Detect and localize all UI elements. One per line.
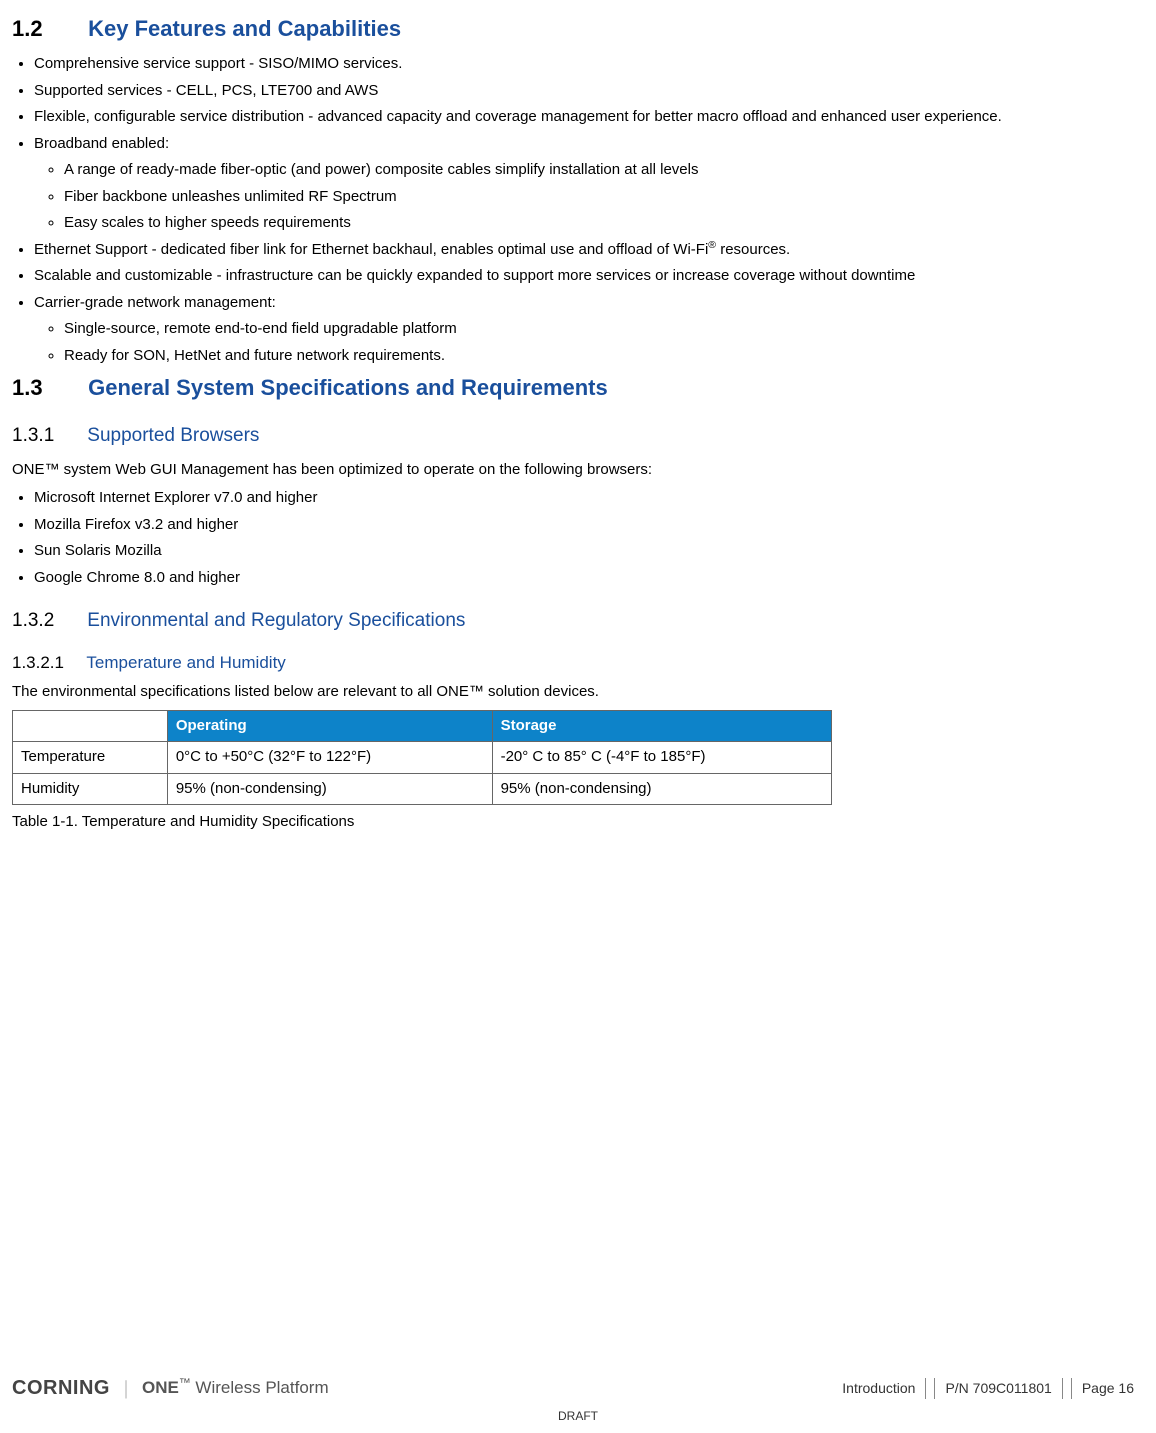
page-footer: CORNING | ONE™ Wireless Platform Introdu… [0, 1367, 1156, 1433]
one-wireless-platform-logo: ONE™ Wireless Platform [142, 1375, 329, 1401]
list-item: Flexible, configurable service distribut… [34, 106, 1144, 129]
heading-number: 1.3.1 [12, 422, 82, 451]
list-item: Microsoft Internet Explorer v7.0 and hig… [34, 487, 1144, 510]
table-cell: Temperature [13, 742, 168, 774]
heading-1.2: 1.2 Key Features and Capabilities [12, 12, 1144, 45]
heading-number: 1.3 [12, 371, 82, 404]
heading-1.3.2: 1.3.2 Environmental and Regulatory Speci… [12, 607, 1144, 636]
trademark-icon: ™ [179, 1376, 191, 1390]
text: Wireless Platform [191, 1378, 329, 1397]
list-item: Sun Solaris Mozilla [34, 540, 1144, 563]
temp-humidity-table: Operating Storage Temperature 0°C to +50… [12, 710, 832, 806]
heading-number: 1.2 [12, 12, 82, 45]
text: resources. [716, 241, 790, 258]
heading-title: General System Specifications and Requir… [88, 375, 608, 400]
table-header: Storage [492, 710, 831, 742]
list-item: Single-source, remote end-to-end field u… [64, 318, 1144, 341]
footer-meta: Introduction P/N 709C011801 Page 16 [832, 1378, 1144, 1399]
heading-title: Environmental and Regulatory Specificati… [87, 610, 465, 631]
corning-logo: CORNING [12, 1373, 110, 1403]
sub-list: A range of ready-made fiber-optic (and p… [34, 159, 1144, 235]
heading-number: 1.3.2 [12, 607, 82, 636]
divider-icon: | [124, 1373, 128, 1403]
list-item: Supported services - CELL, PCS, LTE700 a… [34, 80, 1144, 103]
list-item: Comprehensive service support - SISO/MIM… [34, 53, 1144, 76]
list-item: Google Chrome 8.0 and higher [34, 567, 1144, 590]
footer-part-number: P/N 709C011801 [934, 1378, 1062, 1399]
table-cell: 95% (non-condensing) [167, 773, 492, 805]
registered-mark: ® [708, 239, 716, 251]
list-item-label: Broadband enabled: [34, 135, 169, 152]
table-row: Temperature 0°C to +50°C (32°F to 122°F)… [13, 742, 832, 774]
text: ONE [142, 1378, 179, 1397]
table-caption: Table 1-1. Temperature and Humidity Spec… [12, 811, 1144, 834]
list-item: Easy scales to higher speeds requirement… [64, 212, 1144, 235]
table-header-blank [13, 710, 168, 742]
list-item: Carrier-grade network management: Single… [34, 292, 1144, 368]
list-item: Broadband enabled: A range of ready-made… [34, 133, 1144, 235]
footer-logo-area: CORNING | ONE™ Wireless Platform [12, 1373, 329, 1403]
list-item: Mozilla Firefox v3.2 and higher [34, 514, 1144, 537]
heading-number: 1.3.2.1 [12, 650, 82, 676]
sub-list: Single-source, remote end-to-end field u… [34, 318, 1144, 367]
table-row: Humidity 95% (non-condensing) 95% (non-c… [13, 773, 832, 805]
table-cell: 95% (non-condensing) [492, 773, 831, 805]
table-cell: -20° C to 85° C (-4°F to 185°F) [492, 742, 831, 774]
paragraph: The environmental specifications listed … [12, 681, 1144, 704]
list-item: Ready for SON, HetNet and future network… [64, 345, 1144, 368]
table-cell: 0°C to +50°C (32°F to 122°F) [167, 742, 492, 774]
list-item: Ethernet Support - dedicated fiber link … [34, 239, 1144, 262]
heading-title: Supported Browsers [87, 425, 259, 446]
list-item: Scalable and customizable - infrastructu… [34, 265, 1144, 288]
browser-list: Microsoft Internet Explorer v7.0 and hig… [12, 487, 1144, 589]
list-item: Fiber backbone unleashes unlimited RF Sp… [64, 186, 1144, 209]
footer-section: Introduction [832, 1378, 926, 1399]
table-header: Operating [167, 710, 492, 742]
draft-watermark: DRAFT [12, 1407, 1144, 1425]
heading-title: Temperature and Humidity [86, 653, 285, 672]
heading-1.3.1: 1.3.1 Supported Browsers [12, 422, 1144, 451]
footer-page-number: Page 16 [1071, 1378, 1144, 1399]
text: Ethernet Support - dedicated fiber link … [34, 241, 708, 258]
table-cell: Humidity [13, 773, 168, 805]
heading-1.3: 1.3 General System Specifications and Re… [12, 371, 1144, 404]
heading-title: Key Features and Capabilities [88, 16, 401, 41]
paragraph: ONE™ system Web GUI Management has been … [12, 459, 1144, 482]
heading-1.3.2.1: 1.3.2.1 Temperature and Humidity [12, 650, 1144, 676]
list-item-label: Carrier-grade network management: [34, 294, 276, 311]
feature-list: Comprehensive service support - SISO/MIM… [12, 53, 1144, 367]
list-item: A range of ready-made fiber-optic (and p… [64, 159, 1144, 182]
